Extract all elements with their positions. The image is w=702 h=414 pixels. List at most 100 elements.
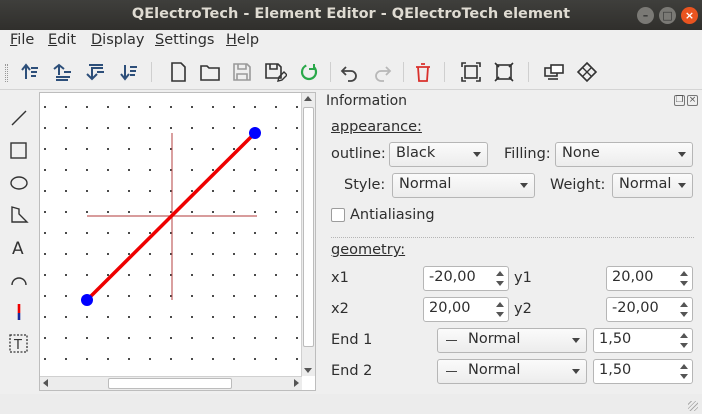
appearance-heading: appearance:	[331, 119, 422, 135]
grid-dot	[149, 211, 151, 213]
x1-spinbox[interactable]: -20,00	[423, 266, 509, 291]
grid-dot	[128, 232, 130, 234]
scroll-left-arrow-icon[interactable]	[43, 379, 48, 387]
line-endpoint-1[interactable]	[81, 294, 93, 306]
terminal-icon[interactable]	[7, 300, 31, 324]
minimize-button[interactable]: –	[637, 7, 654, 24]
grid-dot	[149, 148, 151, 150]
spin-arrows-icon[interactable]	[679, 300, 689, 319]
grid-dot	[149, 127, 151, 129]
arc-icon[interactable]	[7, 268, 31, 292]
grid-dot	[275, 358, 277, 360]
grid-dot	[191, 274, 193, 276]
toolbar-grip[interactable]	[5, 64, 8, 82]
grid-dot	[254, 211, 256, 213]
rectangle-icon[interactable]	[7, 139, 31, 163]
grid-dot	[296, 316, 298, 318]
grid-dot	[296, 358, 298, 360]
end1-select[interactable]: Normal	[437, 328, 587, 353]
line-end-normal-icon	[446, 340, 457, 341]
antialiasing-label[interactable]: Antialiasing	[350, 207, 435, 223]
bring-forward-icon[interactable]	[50, 60, 74, 84]
filling-select[interactable]: None	[555, 142, 693, 167]
terminal-icon[interactable]	[542, 60, 566, 84]
line-icon[interactable]	[7, 106, 31, 130]
end1-size-spinbox[interactable]: 1,50	[593, 328, 693, 353]
menu-settings[interactable]: Settings	[155, 32, 215, 48]
y1-spinbox[interactable]: 20,00	[606, 266, 693, 291]
grid-dot	[44, 295, 46, 297]
menu-file[interactable]: File	[10, 32, 34, 48]
scroll-down-arrow-icon[interactable]	[304, 368, 312, 373]
undo-icon[interactable]	[338, 60, 362, 84]
canvas-drawing[interactable]	[40, 93, 302, 376]
menu-help[interactable]: Help	[226, 32, 259, 48]
grid-dot	[212, 274, 214, 276]
close-panel-icon[interactable]: ×	[687, 95, 698, 106]
scroll-right-arrow-icon[interactable]	[294, 379, 299, 387]
dynamic-text-icon[interactable]: T	[7, 332, 31, 356]
grid-dot	[107, 148, 109, 150]
grid-dot	[296, 106, 298, 108]
menu-edit[interactable]: Edit	[48, 32, 76, 48]
outline-select[interactable]: Black	[389, 142, 488, 167]
toolbar-separator	[151, 62, 152, 82]
text-icon[interactable]: A	[7, 235, 31, 259]
horizontal-scroll-thumb[interactable]	[108, 378, 232, 389]
grid-dot	[149, 274, 151, 276]
grid-dot	[149, 253, 151, 255]
grid-dot	[233, 274, 235, 276]
grid-dot	[233, 232, 235, 234]
style-select[interactable]: Normal	[392, 173, 535, 198]
new-file-icon[interactable]	[166, 60, 190, 84]
antialiasing-checkbox[interactable]	[331, 208, 345, 222]
zoom-fit-icon[interactable]	[459, 60, 483, 84]
redo-icon[interactable]	[370, 60, 394, 84]
grid-dot	[44, 358, 46, 360]
rotate-icon[interactable]	[575, 60, 599, 84]
zoom-reset-icon[interactable]	[492, 60, 516, 84]
maximize-button[interactable]: □	[659, 7, 676, 24]
grid-dot	[296, 337, 298, 339]
scroll-up-arrow-icon[interactable]	[304, 96, 312, 101]
grid-dot	[191, 295, 193, 297]
delete-icon[interactable]	[411, 60, 435, 84]
close-button[interactable]: ×	[681, 7, 698, 24]
resize-grip-icon[interactable]	[688, 401, 698, 411]
x2-spinbox[interactable]: 20,00	[423, 297, 509, 322]
x2-label: x2	[331, 301, 349, 317]
spin-arrows-icon[interactable]	[679, 331, 689, 350]
line-endpoint-2[interactable]	[249, 127, 261, 139]
vertical-scroll-thumb[interactable]	[303, 107, 314, 347]
ellipse-icon[interactable]	[7, 171, 31, 195]
lower-icon[interactable]	[116, 60, 140, 84]
y2-spinbox[interactable]: -20,00	[606, 297, 693, 322]
save-as-icon[interactable]	[263, 60, 287, 84]
open-folder-icon[interactable]	[198, 60, 222, 84]
grid-dot	[149, 169, 151, 171]
weight-select[interactable]: Normal	[612, 173, 693, 198]
grid-dot	[254, 148, 256, 150]
grid-dot	[107, 190, 109, 192]
end2-size-spinbox[interactable]: 1,50	[593, 359, 693, 384]
spin-arrows-icon[interactable]	[495, 300, 505, 319]
drawing-canvas[interactable]	[39, 92, 316, 391]
grid-dot	[233, 106, 235, 108]
vertical-scrollbar[interactable]	[301, 93, 315, 376]
spin-arrows-icon[interactable]	[679, 362, 689, 381]
end2-select[interactable]: Normal	[437, 359, 587, 384]
polygon-icon[interactable]	[7, 203, 31, 227]
menu-display[interactable]: Display	[91, 32, 144, 48]
grid-dot	[107, 358, 109, 360]
save-icon[interactable]	[230, 60, 254, 84]
send-backward-icon[interactable]	[83, 60, 107, 84]
float-panel-icon[interactable]: ❐	[674, 95, 685, 106]
grid-dot	[275, 274, 277, 276]
spin-arrows-icon[interactable]	[679, 269, 689, 288]
spin-arrows-icon[interactable]	[495, 269, 505, 288]
raise-icon[interactable]	[17, 60, 41, 84]
reload-icon[interactable]	[297, 60, 321, 84]
horizontal-scrollbar[interactable]	[40, 376, 302, 390]
grid-dot	[128, 253, 130, 255]
grid-dot	[254, 274, 256, 276]
